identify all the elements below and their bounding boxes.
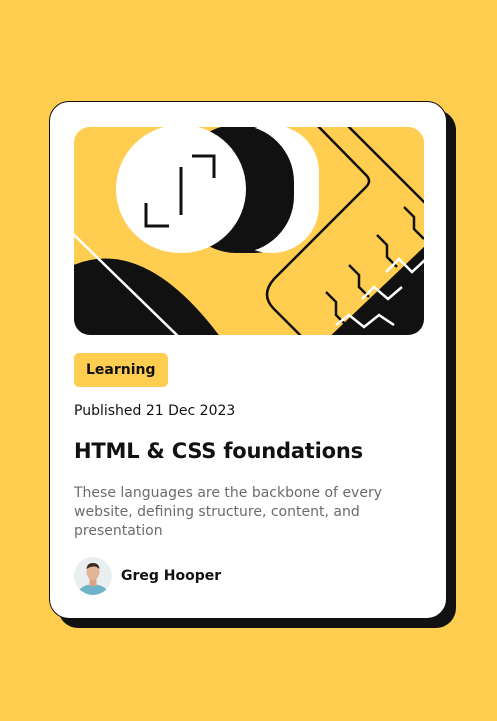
page-background: { "card": { "tag": "Learning", "publishe… [0, 0, 497, 721]
card-title[interactable]: HTML & CSS foundations [74, 439, 363, 463]
hero-illustration [74, 127, 424, 335]
author-name: Greg Hooper [121, 568, 222, 584]
blog-preview-card: Learning Published 21 Dec 2023 HTML & CS… [49, 101, 447, 619]
published-date: Published 21 Dec 2023 [74, 403, 236, 419]
category-tag: Learning [74, 353, 168, 387]
card-description: These languages are the backbone of ever… [74, 485, 382, 539]
avatar-icon [74, 557, 112, 595]
author-info: Greg Hooper [74, 557, 221, 595]
